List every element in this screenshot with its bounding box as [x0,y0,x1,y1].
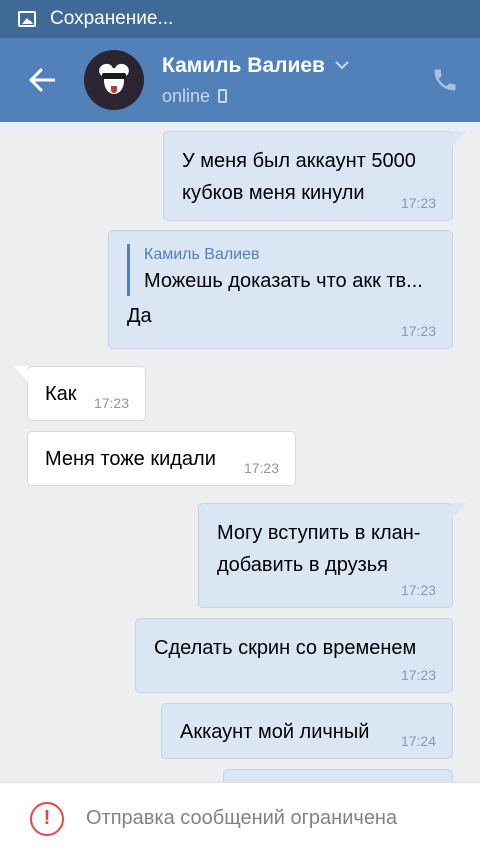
presence-status: online [162,86,410,107]
message-bubble[interactable]: Камиль Валиев Можешь доказать что акк тв… [108,230,453,349]
send-restricted-notice: Отправка сообщений ограничена [86,807,398,829]
contact-info[interactable]: Камиль Валиев online [162,54,410,107]
message-time: 17:23 [400,195,436,211]
message-time: 17:23 [400,582,436,598]
message-bubble[interactable]: Меня тоже кидали 17:23 [27,431,296,486]
message-time: 17:23 [400,667,436,683]
contact-name: Камиль Валиев [162,54,410,78]
avatar[interactable] [84,50,144,110]
message-bubble[interactable]: Могу вступить в клан- добавить в друзья … [198,503,466,608]
message-bubble[interactable]: Сделать скрин со временем 17:23 [135,618,453,693]
phone-icon [434,69,456,91]
image-icon [18,11,36,27]
message-time: 17:23 [400,323,436,339]
message-bubble[interactable]: У меня был аккаунт 5000 кубков меня кину… [163,131,466,221]
quoted-message[interactable]: Камиль Валиев Можешь доказать что акк тв… [127,244,452,296]
message-list[interactable]: У меня был аккаунт 5000 кубков меня кину… [0,122,480,782]
back-arrow-icon[interactable] [0,38,84,122]
message-time: 17:23 [93,395,129,411]
status-text: Сохранение... [50,8,174,29]
chevron-down-icon [335,58,349,73]
message-time: 17:23 [243,460,279,476]
status-bar: Сохранение... [0,0,480,38]
mobile-icon [218,89,228,103]
send-restricted-bar: ! Отправка сообщений ограничена [0,782,480,854]
message-bubble-partial[interactable] [223,769,453,782]
message-bubble[interactable]: Как 17:23 [14,366,146,421]
message-text: Сделать скрин со временем [154,637,417,659]
call-button[interactable] [410,38,480,122]
message-bubble[interactable]: Аккаунт мой личный 17:24 [161,703,453,759]
message-time: 17:24 [400,733,436,749]
quoted-author: Камиль Валиев [144,246,260,263]
alert-circle-icon: ! [30,801,64,836]
app-header: Камиль Валиев online [0,38,480,122]
quoted-text: Можешь доказать что акк тв... [144,270,423,292]
